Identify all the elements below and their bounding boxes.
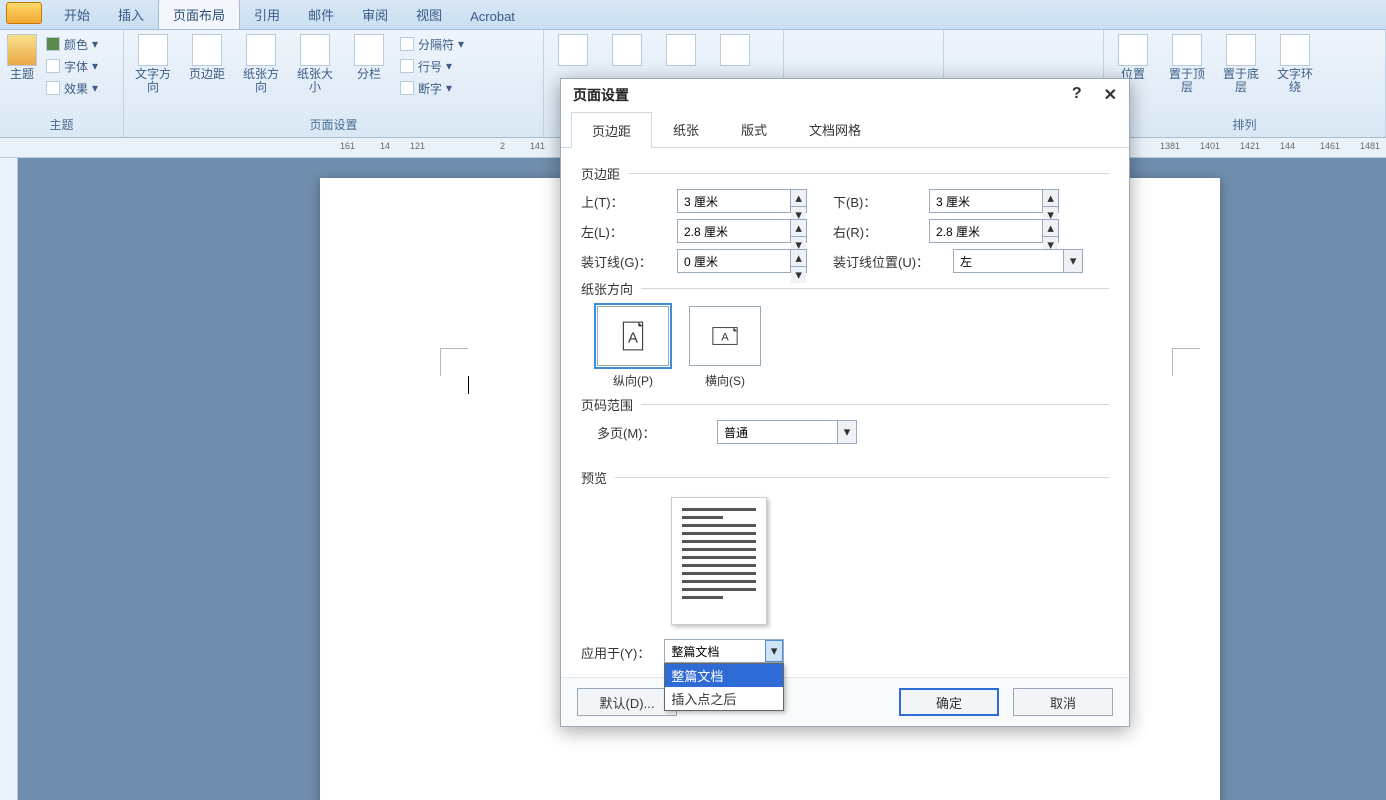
multipage-input[interactable] — [718, 421, 837, 443]
bottom-margin-input[interactable] — [930, 190, 1042, 212]
gutter-pos-input[interactable] — [954, 250, 1063, 272]
section-margins: 页边距 — [581, 164, 1109, 183]
margin-mark-top-left — [440, 348, 468, 376]
gutter-pos-combo[interactable]: ▾ — [953, 249, 1083, 273]
tab-acrobat[interactable]: Acrobat — [456, 4, 529, 29]
bottom-margin-spin[interactable]: ▴▾ — [929, 189, 1059, 213]
gutter-spin[interactable]: ▴▾ — [677, 249, 807, 273]
spin-up-icon[interactable]: ▴ — [791, 190, 806, 207]
group-label-themes: 主题 — [6, 116, 117, 135]
tab-view[interactable]: 视图 — [402, 0, 456, 29]
multipage-combo[interactable]: ▾ — [717, 420, 857, 444]
bottom-margin-label: 下(B)： — [833, 192, 919, 211]
section-preview: 预览 — [581, 468, 1109, 487]
spin-down-icon[interactable]: ▾ — [791, 267, 806, 283]
spin-up-icon[interactable]: ▴ — [791, 220, 806, 237]
dlg-tab-layout[interactable]: 版式 — [720, 111, 788, 147]
bring-front-button[interactable]: 置于顶层 — [1164, 34, 1210, 94]
gutter-label: 装订线(G)： — [581, 252, 667, 271]
chevron-down-icon[interactable]: ▾ — [837, 421, 856, 443]
position-button[interactable]: 位置 — [1110, 34, 1156, 81]
dialog-title: 页面设置 — [573, 85, 629, 105]
text-cursor — [468, 376, 469, 394]
text-wrap-button[interactable]: 文字环绕 — [1272, 34, 1318, 94]
theme-effects[interactable]: 效果▾ — [46, 78, 98, 98]
group-label-page-setup: 页面设置 — [130, 116, 537, 135]
page-setup-dialog: 页面设置 ? ✕ 页边距 纸张 版式 文档网格 页边距 上(T)： ▴▾ — [560, 78, 1130, 727]
apply-opt-after-cursor[interactable]: 插入点之后 — [665, 687, 783, 710]
apply-opt-whole-doc[interactable]: 整篇文档 — [665, 664, 783, 687]
right-margin-spin[interactable]: ▴▾ — [929, 219, 1059, 243]
preview-thumbnail — [671, 497, 767, 625]
top-margin-label: 上(T)： — [581, 192, 667, 211]
page-blank-button[interactable] — [712, 34, 758, 66]
multipage-label: 多页(M)： — [597, 423, 707, 442]
apply-to-combo[interactable]: ▾ — [664, 639, 784, 663]
send-back-button[interactable]: 置于底层 — [1218, 34, 1264, 94]
svg-text:A: A — [628, 329, 638, 346]
left-margin-spin[interactable]: ▴▾ — [677, 219, 807, 243]
columns-button[interactable]: 分栏 — [346, 34, 392, 81]
spin-up-icon[interactable]: ▴ — [1043, 220, 1058, 237]
tab-home[interactable]: 开始 — [50, 0, 104, 29]
help-button[interactable]: ? — [1072, 85, 1082, 105]
top-margin-spin[interactable]: ▴▾ — [677, 189, 807, 213]
text-direction-button[interactable]: 文字方向 — [130, 34, 176, 94]
office-button[interactable] — [6, 2, 42, 24]
cancel-button[interactable]: 取消 — [1013, 688, 1113, 716]
dlg-tab-grid[interactable]: 文档网格 — [788, 111, 882, 147]
spin-up-icon[interactable]: ▴ — [1043, 190, 1058, 207]
tab-insert[interactable]: 插入 — [104, 0, 158, 29]
right-margin-label: 右(R)： — [833, 222, 919, 241]
themes-button[interactable]: 主题 — [6, 34, 38, 81]
top-margin-input[interactable] — [678, 190, 790, 212]
left-margin-input[interactable] — [678, 220, 790, 242]
right-margin-input[interactable] — [930, 220, 1042, 242]
page-color-button[interactable] — [604, 34, 650, 66]
dlg-tab-margins[interactable]: 页边距 — [571, 112, 652, 148]
gutter-pos-label: 装订线位置(U)： — [833, 252, 943, 271]
orientation-landscape[interactable]: A 横向(S) — [689, 306, 761, 389]
apply-to-label: 应用于(Y)： — [581, 639, 650, 662]
orientation-portrait[interactable]: A 纵向(P) — [597, 306, 669, 389]
theme-colors[interactable]: 颜色▾ — [46, 34, 98, 54]
margin-mark-top-right — [1172, 348, 1200, 376]
section-pages: 页码范围 — [581, 395, 1109, 414]
theme-fonts[interactable]: 字体▾ — [46, 56, 98, 76]
group-label-arrange: 排列 — [1110, 116, 1379, 135]
dlg-tab-paper[interactable]: 纸张 — [652, 111, 720, 147]
page-borders-button[interactable] — [658, 34, 704, 66]
chevron-down-icon[interactable]: ▾ — [765, 640, 784, 662]
left-margin-label: 左(L)： — [581, 222, 667, 241]
watermark-button[interactable] — [550, 34, 596, 66]
tab-review[interactable]: 审阅 — [348, 0, 402, 29]
vertical-ruler[interactable] — [0, 158, 18, 800]
section-orientation: 纸张方向 — [581, 279, 1109, 298]
hyphenation-button[interactable]: 断字▾ — [400, 78, 464, 98]
tab-mailings[interactable]: 邮件 — [294, 0, 348, 29]
margins-button[interactable]: 页边距 — [184, 34, 230, 81]
gutter-input[interactable] — [678, 250, 790, 272]
ok-button[interactable]: 确定 — [899, 688, 999, 716]
breaks-button[interactable]: 分隔符▾ — [400, 34, 464, 54]
tab-page-layout[interactable]: 页面布局 — [158, 0, 240, 29]
ribbon-tabstrip: 开始 插入 页面布局 引用 邮件 审阅 视图 Acrobat — [0, 0, 1386, 30]
apply-to-input[interactable] — [665, 640, 764, 662]
chevron-down-icon[interactable]: ▾ — [1063, 250, 1082, 272]
apply-to-dropdown: 整篇文档 插入点之后 — [664, 663, 784, 711]
svg-text:A: A — [721, 332, 729, 344]
tab-references[interactable]: 引用 — [240, 0, 294, 29]
line-numbers-button[interactable]: 行号▾ — [400, 56, 464, 76]
orientation-button[interactable]: 纸张方向 — [238, 34, 284, 94]
spin-up-icon[interactable]: ▴ — [791, 250, 806, 267]
close-button[interactable]: ✕ — [1104, 85, 1117, 105]
default-button[interactable]: 默认(D)... — [577, 688, 677, 716]
size-button[interactable]: 纸张大小 — [292, 34, 338, 94]
